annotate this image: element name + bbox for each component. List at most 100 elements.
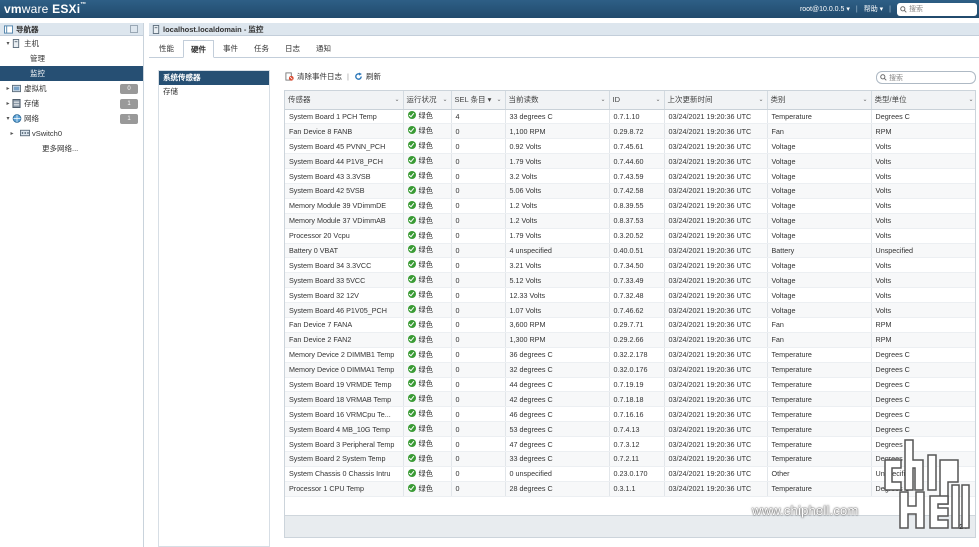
table-cell: 绿色 — [403, 123, 452, 140]
table-row[interactable]: Memory Module 37 VDimmAB 绿色 0 1.2 Volts 0.8.… — [285, 213, 975, 229]
table-cell: 0 — [451, 123, 506, 140]
tab-0[interactable]: 性能 — [152, 40, 181, 58]
column-header-7[interactable]: 类型/单位 ⌄ — [871, 91, 975, 110]
refresh-button[interactable]: 刷新 — [354, 71, 381, 82]
table-row[interactable]: System Board 34 3.3VCC 绿色 0 3.21 Volts 0.7.3… — [285, 257, 975, 274]
table-row[interactable]: System Board 19 VRMDE Temp 绿色 0 44 degrees … — [285, 377, 975, 393]
sensor-search-input[interactable]: 搜索 — [876, 71, 976, 84]
table-row[interactable]: System Board 43 3.3VSB 绿色 0 3.2 Volts 0.7.43… — [285, 168, 975, 184]
column-header-5[interactable]: 上次更新时间 ⌄ — [664, 91, 768, 110]
collapse-navigator-button[interactable] — [130, 25, 138, 33]
table-row[interactable]: System Board 16 VRMCpu Te... 绿色 0 46 degree… — [285, 406, 975, 423]
nav-item-5[interactable]: ▾ 网络 1 — [0, 111, 143, 126]
expanded-arrow-icon[interactable]: ▾ — [4, 115, 12, 122]
collapsed-arrow-icon[interactable]: ▸ — [4, 100, 12, 107]
table-cell: 1,300 RPM — [505, 332, 610, 348]
table-row[interactable]: System Board 2 System Temp 绿色 0 33 degrees … — [285, 451, 975, 467]
table-cell: Voltage — [767, 198, 872, 214]
chevron-down-icon[interactable]: ⌄ — [496, 96, 501, 103]
table-cell: Memory Module 37 VDimmAB — [285, 213, 404, 229]
table-row[interactable]: Memory Device 0 DIMMA1 Temp 绿色 0 32 degrees… — [285, 362, 975, 378]
navigator-header: 导航器 — [0, 23, 143, 36]
table-cell: 0 — [451, 466, 506, 482]
nav-item-label: 存储 — [24, 99, 39, 108]
table-cell: System Board 33 5VCC — [285, 272, 404, 289]
table-cell: 0.7.18.18 — [609, 391, 665, 408]
table-row[interactable]: System Board 18 VRMAB Temp 绿色 0 42 degrees … — [285, 391, 975, 408]
table-cell: Fan Device 8 FANB — [285, 123, 404, 140]
storage-icon — [12, 99, 21, 108]
chevron-down-icon[interactable]: ⌄ — [862, 96, 867, 103]
column-header-4[interactable]: ID ⌄ — [609, 91, 665, 110]
tab-3[interactable]: 任务 — [247, 40, 276, 58]
table-cell: 46 degrees C — [505, 406, 610, 423]
nav-item-1[interactable]: 管理 — [0, 51, 143, 66]
nav-item-3[interactable]: ▸ 虚拟机 0 — [0, 81, 143, 96]
table-row[interactable]: System Chassis 0 Chassis Intru 绿色 0 0 unspe… — [285, 466, 975, 482]
tab-4[interactable]: 日志 — [278, 40, 307, 58]
help-menu[interactable]: 帮助 ▾ — [864, 4, 883, 14]
table-cell: RPM — [871, 123, 975, 140]
chevron-down-icon[interactable]: ⌄ — [442, 96, 447, 103]
chevron-down-icon[interactable]: ⌄ — [968, 96, 973, 103]
collapsed-arrow-icon[interactable]: ▸ — [4, 85, 12, 92]
nav-item-7[interactable]: 更多网络... — [0, 141, 143, 156]
table-row[interactable]: Processor 20 Vcpu 绿色 0 1.79 Volts 0.3.20.52 0… — [285, 228, 975, 244]
chevron-down-icon[interactable]: ⌄ — [600, 96, 605, 103]
grid-footer: 24 — [285, 515, 975, 537]
table-row[interactable]: Memory Device 2 DIMMB1 Temp 绿色 0 36 degrees… — [285, 347, 975, 363]
table-cell: Volts — [871, 168, 975, 184]
table-cell: Voltage — [767, 138, 872, 155]
global-search-input[interactable]: 搜索 — [897, 2, 977, 16]
table-row[interactable]: System Board 4 MB_10G Temp 绿色 0 53 degrees … — [285, 421, 975, 438]
table-row[interactable]: Battery 0 VBAT 绿色 0 4 unspecified 0.40.0.51 0… — [285, 243, 975, 259]
column-header-6[interactable]: 类别 ⌄ — [767, 91, 872, 110]
table-cell: 绿色 — [403, 362, 452, 378]
nav-item-6[interactable]: ▸ vSwitch0 — [0, 126, 143, 141]
table-row[interactable]: System Board 3 Peripheral Temp 绿色 0 47 degr… — [285, 436, 975, 452]
table-cell: 绿色 — [403, 317, 452, 333]
clear-event-log-button[interactable]: 清除事件日志 — [285, 71, 342, 82]
table-row[interactable]: System Board 46 P1V05_PCH 绿色 0 1.07 Volts 0.… — [285, 302, 975, 318]
table-cell: 0.32.2.178 — [609, 347, 665, 363]
table-row[interactable]: System Board 33 5VCC 绿色 0 5.12 Volts 0.7.33.… — [285, 272, 975, 289]
table-row[interactable]: Fan Device 8 FANB 绿色 0 1,100 RPM 0.29.8.72 03… — [285, 123, 975, 140]
table-cell: 0.23.0.170 — [609, 466, 665, 482]
table-row[interactable]: Fan Device 2 FAN2 绿色 0 1,300 RPM 0.29.2.66 03… — [285, 332, 975, 348]
table-row[interactable]: Fan Device 7 FANA 绿色 0 3,600 RPM 0.29.7.71 03… — [285, 317, 975, 333]
chevron-down-icon[interactable]: ⌄ — [655, 96, 660, 103]
table-cell: Voltage — [767, 153, 872, 170]
chevron-down-icon[interactable]: ⌄ — [394, 96, 399, 103]
nav-item-2[interactable]: 监控 — [0, 66, 143, 81]
table-row[interactable]: System Board 42 5VSB 绿色 0 5.06 Volts 0.7.42.… — [285, 183, 975, 199]
column-header-3[interactable]: 当前读数 ⌄ — [505, 91, 610, 110]
table-row[interactable]: System Board 32 12V 绿色 0 12.33 Volts 0.7.32.… — [285, 287, 975, 304]
collapsed-arrow-icon[interactable]: ▸ — [8, 130, 16, 137]
table-cell: Volts — [871, 138, 975, 155]
tab-2[interactable]: 事件 — [216, 40, 245, 58]
table-row[interactable]: Processor 1 CPU Temp 绿色 0 28 degrees C 0.3.1… — [285, 481, 975, 497]
column-header-0[interactable]: 传感器 ⌄ — [285, 91, 404, 110]
table-row[interactable]: System Board 44 P1V8_PCH 绿色 0 1.79 Volts 0.7… — [285, 153, 975, 170]
user-menu[interactable]: root@10.0.0.5 ▾ — [800, 5, 850, 13]
table-row[interactable]: System Board 45 PVNN_PCH 绿色 0 0.92 Volts 0.7… — [285, 138, 975, 155]
table-cell: 0.7.33.49 — [609, 272, 665, 289]
expanded-arrow-icon[interactable]: ▾ — [4, 40, 12, 47]
tab-1[interactable]: 硬件 — [183, 40, 214, 58]
subnav-system-sensors[interactable]: 系统传感器 — [159, 71, 269, 85]
nav-item-4[interactable]: ▸ 存储 1 — [0, 96, 143, 111]
chevron-down-icon[interactable]: ⌄ — [758, 96, 763, 103]
table-cell: System Board 16 VRMCpu Te... — [285, 406, 404, 423]
nav-item-0[interactable]: ▾ 主机 — [0, 36, 143, 51]
status-ok-icon — [407, 319, 416, 328]
column-header-2[interactable]: SEL 条目 ▾ ⌄ — [451, 91, 506, 110]
column-header-1[interactable]: 运行状况 ⌄ — [403, 91, 452, 110]
table-cell: 0 — [451, 347, 506, 363]
table-row[interactable]: System Board 1 PCH Temp 绿色 4 33 degrees C 0.… — [285, 109, 975, 125]
host-icon — [12, 39, 21, 48]
table-row[interactable]: Memory Module 39 VDimmDE 绿色 0 1.2 Volts 0.8.… — [285, 198, 975, 214]
tab-5[interactable]: 通知 — [309, 40, 338, 58]
status-ok-icon — [407, 349, 416, 358]
subnav-storage[interactable]: 存储 — [159, 85, 269, 99]
vm-icon — [12, 84, 21, 93]
